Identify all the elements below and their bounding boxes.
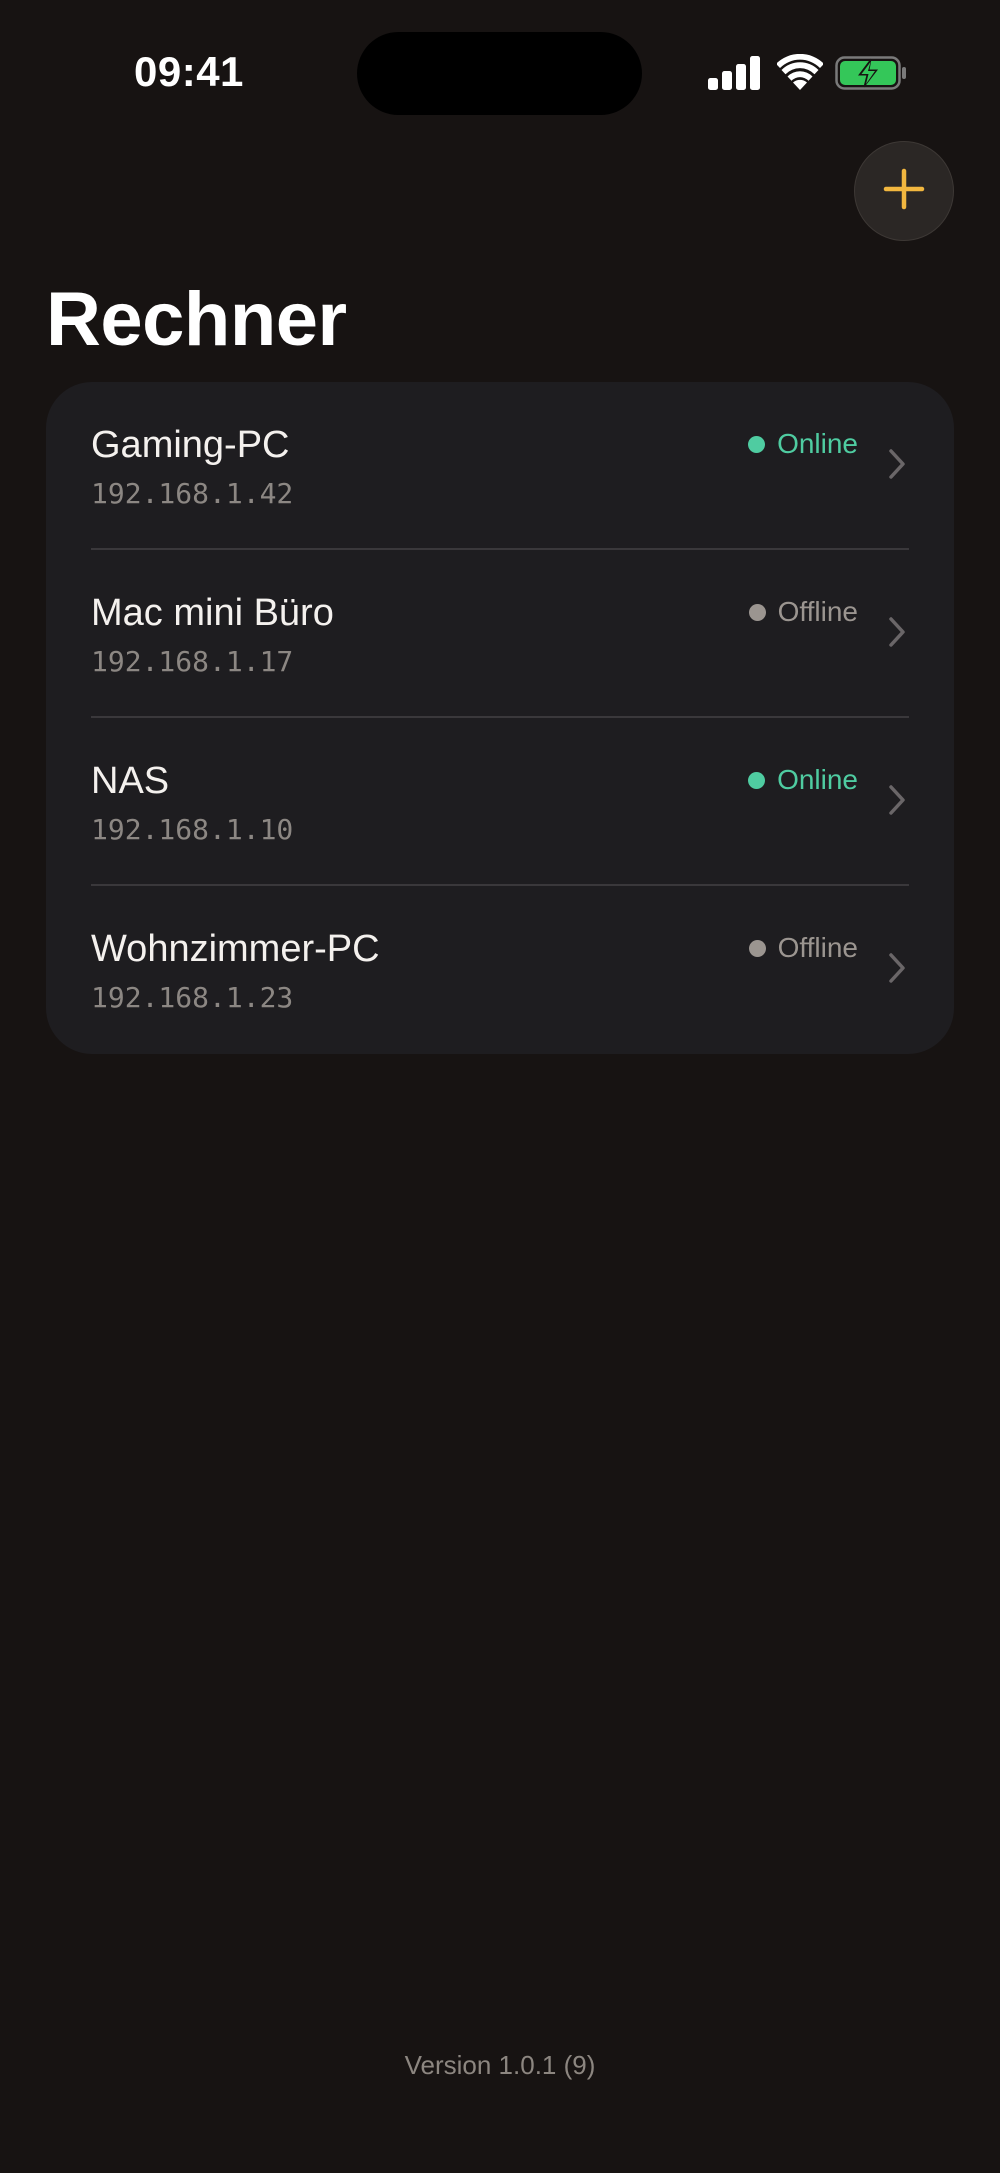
status-dot-icon	[748, 939, 766, 957]
chevron-right-icon	[888, 616, 906, 648]
add-device-button[interactable]	[854, 141, 954, 241]
status-label: Offline	[777, 932, 858, 963]
signal-icon	[708, 56, 760, 95]
status-bar: 09:41	[0, 0, 1000, 145]
status-badge: Offline	[748, 932, 858, 964]
chevron-right-icon	[888, 784, 906, 816]
device-list: Gaming-PC 192.168.1.42 Online Mac mini B…	[46, 382, 954, 1054]
device-ip: 192.168.1.42	[91, 477, 294, 510]
device-ip: 192.168.1.23	[91, 981, 294, 1014]
plus-icon	[882, 167, 926, 216]
battery-charging-icon	[835, 56, 907, 95]
device-row-nas[interactable]: NAS 192.168.1.10 Online	[46, 718, 954, 886]
chevron-right-icon	[888, 952, 906, 984]
status-label: Online	[777, 428, 858, 459]
status-badge: Offline	[748, 596, 858, 628]
device-row-mac-mini-buero[interactable]: Mac mini Büro 192.168.1.17 Offline	[46, 550, 954, 718]
device-name: Mac mini Büro	[91, 592, 334, 634]
wifi-icon	[776, 53, 824, 95]
device-ip: 192.168.1.17	[91, 645, 294, 678]
status-time: 09:41	[134, 48, 244, 95]
status-badge: Online	[748, 764, 858, 796]
status-icons	[708, 52, 908, 94]
status-dot-icon	[748, 435, 766, 453]
device-name: NAS	[91, 760, 170, 802]
device-row-gaming-pc[interactable]: Gaming-PC 192.168.1.42 Online	[46, 382, 954, 550]
device-ip: 192.168.1.10	[91, 813, 294, 846]
page-title: Rechner	[46, 277, 347, 362]
status-dot-icon	[748, 603, 766, 621]
device-name: Gaming-PC	[91, 424, 290, 466]
version-label: Version 1.0.1 (9)	[404, 2050, 596, 2080]
device-row-wohnzimmer-pc[interactable]: Wohnzimmer-PC 192.168.1.23 Offline	[46, 886, 954, 1054]
chevron-right-icon	[888, 448, 906, 480]
status-label: Offline	[777, 596, 858, 627]
status-dot-icon	[748, 771, 766, 789]
device-name: Wohnzimmer-PC	[91, 928, 380, 970]
status-label: Online	[777, 764, 858, 795]
status-badge: Online	[748, 428, 858, 460]
dynamic-island	[357, 32, 642, 115]
